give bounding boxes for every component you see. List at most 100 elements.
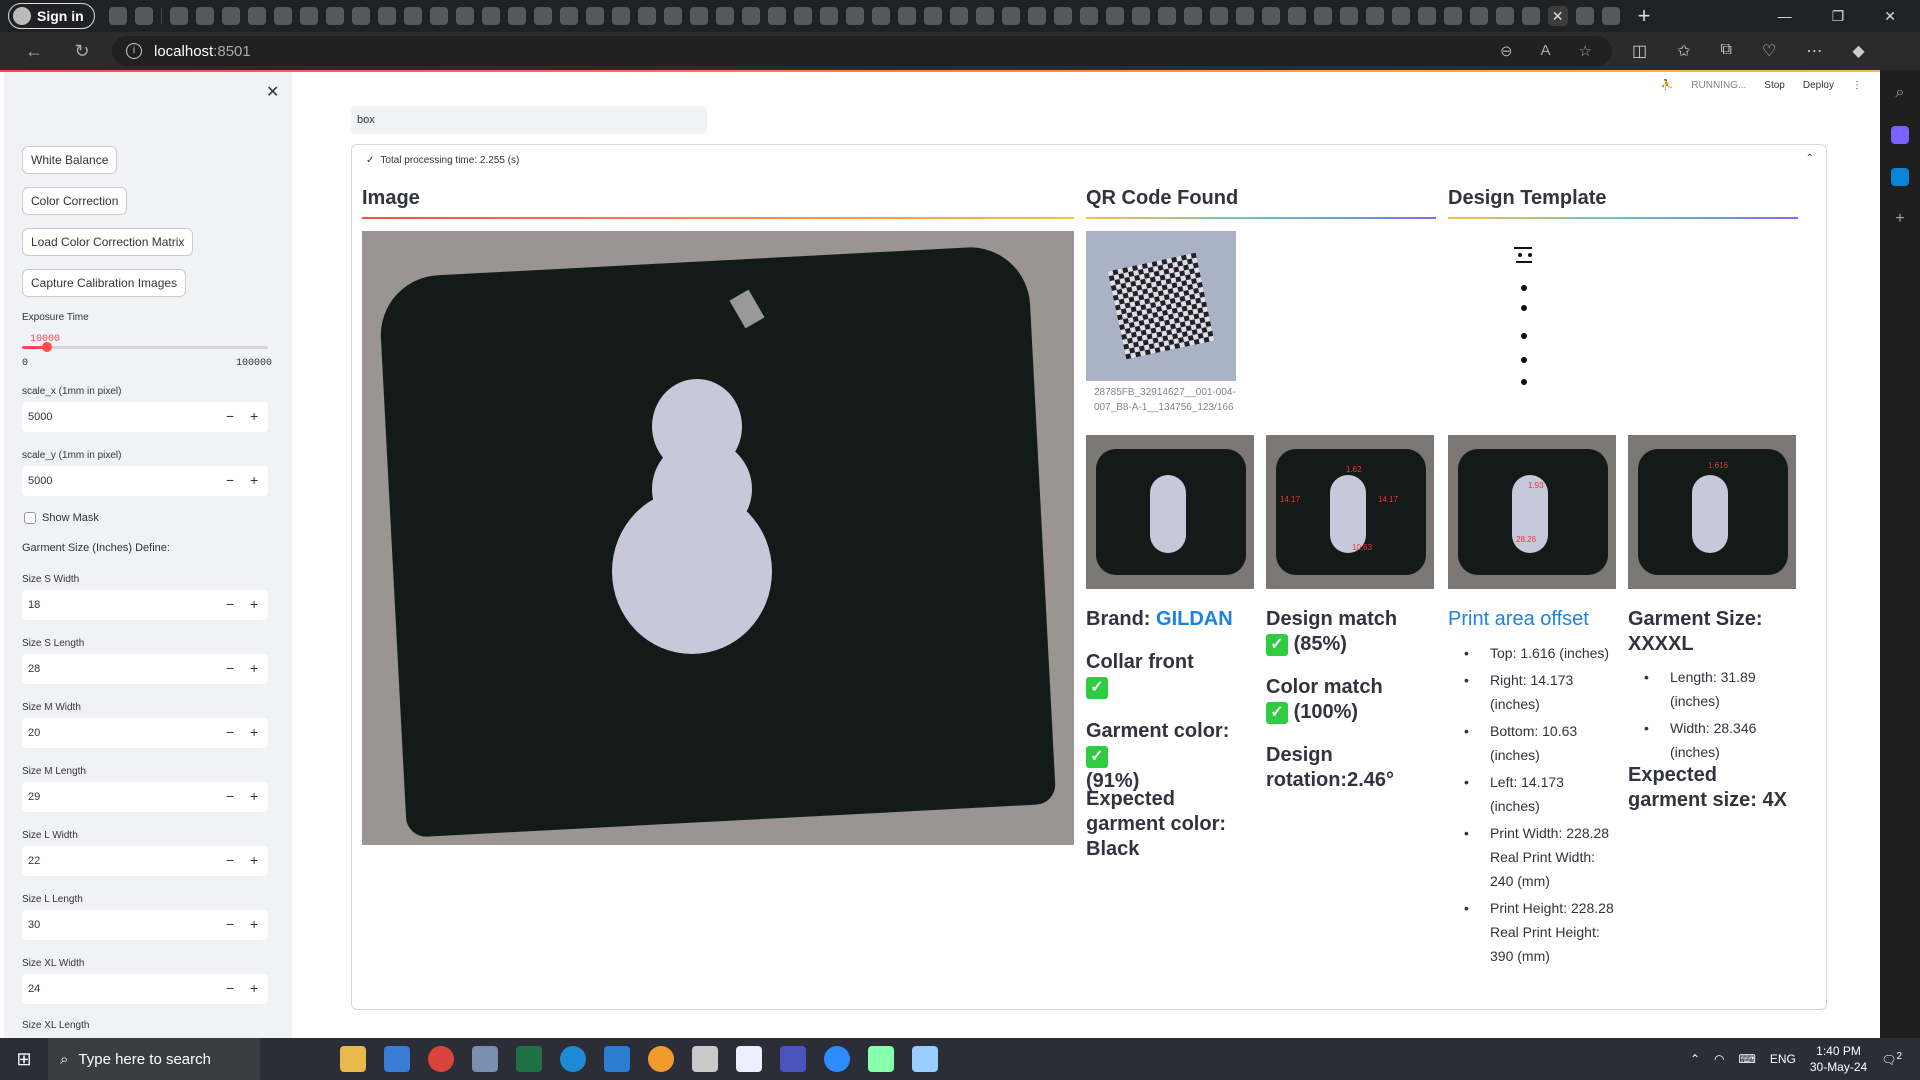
chrome-icon[interactable] (428, 1046, 454, 1072)
size-l-width-input[interactable]: 22 − + (22, 846, 268, 876)
site-info-icon[interactable]: i (126, 43, 142, 59)
excel-icon[interactable] (516, 1046, 542, 1072)
refresh-icon[interactable]: ↻ (68, 41, 96, 62)
decrement-icon[interactable]: − (226, 980, 234, 996)
close-sidebar-icon[interactable]: ✕ (266, 82, 279, 102)
tab-favicon[interactable] (949, 7, 968, 25)
taskbar-search[interactable]: ⌕ Type here to search (48, 1038, 260, 1080)
tab-favicon[interactable] (325, 7, 344, 25)
app-icon[interactable] (736, 1046, 762, 1072)
decrement-icon[interactable]: − (226, 724, 234, 740)
signin-button[interactable]: Sign in (8, 3, 95, 29)
favorites-icon[interactable]: ✩ (1677, 41, 1690, 61)
tab-favicon[interactable] (741, 7, 760, 25)
chevron-up-icon[interactable]: ⌃ (1806, 153, 1814, 164)
increment-icon[interactable]: + (250, 724, 258, 740)
increment-icon[interactable]: + (250, 980, 258, 996)
white-balance-button[interactable]: White Balance (22, 146, 118, 174)
decrement-icon[interactable]: − (226, 660, 234, 676)
size-s-length-input[interactable]: 28 − + (22, 654, 268, 684)
windows-start-icon[interactable]: ⊞ (0, 1049, 48, 1070)
zoom-icon[interactable]: ⊖ (1500, 42, 1513, 60)
tab-favicon[interactable] (299, 7, 318, 25)
size-xl-width-input[interactable]: 24 − + (22, 974, 268, 1004)
tab-favicon[interactable] (637, 7, 656, 25)
app-icon[interactable] (868, 1046, 894, 1072)
app-icon[interactable] (912, 1046, 938, 1072)
tab-favicon[interactable] (819, 7, 838, 25)
outlook-icon[interactable] (1891, 168, 1909, 186)
tab-favicon[interactable] (1495, 7, 1514, 25)
tab-favicon[interactable] (1313, 7, 1332, 25)
app-icon[interactable] (472, 1046, 498, 1072)
color-correction-button[interactable]: Color Correction (22, 187, 128, 215)
tab-favicon[interactable] (559, 7, 578, 25)
close-tab-icon[interactable]: ✕ (1547, 6, 1568, 26)
tab-favicon[interactable] (429, 7, 448, 25)
language-indicator[interactable]: ENG (1770, 1052, 1796, 1066)
tab-favicon[interactable] (1469, 7, 1488, 25)
keyboard-icon[interactable]: ⌨ (1739, 1052, 1756, 1066)
tab-favicon[interactable] (1391, 7, 1410, 25)
clock[interactable]: 1:40 PM 30-May-24 (1810, 1043, 1867, 1075)
tab-favicon[interactable] (221, 7, 240, 25)
tab-favicon[interactable] (845, 7, 864, 25)
wifi-icon[interactable]: ◠ (1714, 1052, 1724, 1066)
decrement-icon[interactable]: − (226, 916, 234, 932)
tab-favicon[interactable] (1001, 7, 1020, 25)
stop-button[interactable]: Stop (1764, 80, 1785, 91)
tab-favicon[interactable] (533, 7, 552, 25)
workspaces-icon[interactable] (108, 7, 127, 25)
tab-favicon[interactable] (1235, 7, 1254, 25)
tab-favicon[interactable] (1261, 7, 1280, 25)
read-aloud-icon[interactable]: A (1541, 42, 1551, 60)
decrement-icon[interactable]: − (226, 408, 234, 424)
tab-favicon[interactable] (1027, 7, 1046, 25)
chevron-up-icon[interactable]: ⌃ (1690, 1052, 1700, 1066)
close-window-icon[interactable]: ✕ (1884, 8, 1896, 25)
tab-favicon[interactable] (1417, 7, 1436, 25)
tab-favicon[interactable] (611, 7, 630, 25)
tab-favicon[interactable] (1521, 7, 1540, 25)
tab-favicon[interactable] (871, 7, 890, 25)
tab-favicon[interactable] (1339, 7, 1358, 25)
main-menu-icon[interactable]: ⋮ (1852, 80, 1862, 91)
scale-x-input[interactable]: 5000 − + (22, 402, 268, 432)
tab-favicon[interactable] (1053, 7, 1072, 25)
size-l-length-input[interactable]: 30 − + (22, 910, 268, 940)
back-icon[interactable]: ← (20, 41, 48, 62)
tab-favicon[interactable] (273, 7, 292, 25)
tab-favicon[interactable] (1287, 7, 1306, 25)
capture-calibration-button[interactable]: Capture Calibration Images (22, 269, 187, 297)
tab-favicon[interactable] (403, 7, 422, 25)
tab-favicon[interactable] (767, 7, 786, 25)
url-field[interactable]: i localhost:8501 ⊖ A ☆ (112, 36, 1612, 66)
minimize-icon[interactable]: — (1778, 8, 1792, 25)
size-m-width-input[interactable]: 20 − + (22, 718, 268, 748)
increment-icon[interactable]: + (250, 916, 258, 932)
tab-favicon[interactable] (1157, 7, 1176, 25)
exposure-slider[interactable] (22, 342, 268, 352)
decrement-icon[interactable]: − (226, 852, 234, 868)
edge-icon[interactable] (560, 1046, 586, 1072)
extensions-icon[interactable]: ♡ (1762, 41, 1776, 61)
teams-icon[interactable] (780, 1046, 806, 1072)
size-m-length-input[interactable]: 29 − + (22, 782, 268, 812)
tab-favicon[interactable] (793, 7, 812, 25)
tab-favicon[interactable] (247, 7, 266, 25)
home-assistant-icon[interactable] (648, 1046, 674, 1072)
tab-favicon[interactable] (975, 7, 994, 25)
tab-favicon[interactable] (1079, 7, 1098, 25)
box-input[interactable]: box (351, 106, 707, 134)
decrement-icon[interactable]: − (226, 472, 234, 488)
tab-favicon[interactable] (1131, 7, 1150, 25)
tab-favicon[interactable] (585, 7, 604, 25)
tab-favicon[interactable] (1575, 7, 1594, 25)
tab-favicon[interactable] (1105, 7, 1124, 25)
increment-icon[interactable]: + (250, 788, 258, 804)
tab-favicon[interactable] (689, 7, 708, 25)
split-screen-icon[interactable]: ◫ (1632, 41, 1647, 61)
new-tab-icon[interactable]: + (1638, 3, 1651, 29)
tab-actions-icon[interactable] (134, 7, 153, 25)
tab-favicon[interactable] (169, 7, 188, 25)
